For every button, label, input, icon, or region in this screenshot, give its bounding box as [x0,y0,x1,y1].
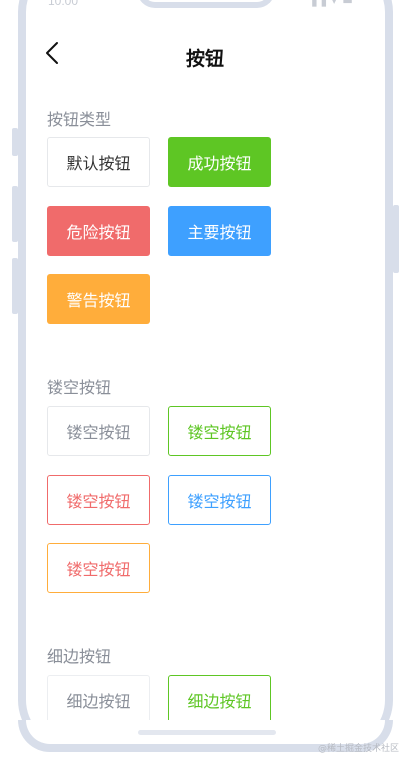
page-title: 按钮 [185,48,224,70]
status-time: 10:00 [48,0,79,8]
plain-default-button[interactable]: 镂空按钮 [47,406,150,456]
plain-success-button[interactable]: 镂空按钮 [168,406,271,456]
plain-warning-button[interactable]: 镂空按钮 [47,543,150,593]
status-icons: ▐▐ ▾ ▬ [308,0,354,7]
phone-side-button-power [393,205,399,273]
section-title-thin-buttons: 细边按钮 [47,647,112,666]
section-title-button-types: 按钮类型 [47,110,112,129]
default-button[interactable]: 默认按钮 [47,137,150,187]
chevron-left-icon [46,42,58,64]
thin-default-button[interactable]: 细边按钮 [47,675,150,725]
home-indicator [138,730,276,735]
thin-success-button[interactable]: 细边按钮 [168,675,271,725]
danger-button[interactable]: 危险按钮 [47,206,150,256]
watermark: @稀土掘金技术社区 [318,744,400,754]
primary-button[interactable]: 主要按钮 [168,206,271,256]
success-button[interactable]: 成功按钮 [168,137,271,187]
warning-button[interactable]: 警告按钮 [47,274,150,324]
section-title-plain-buttons: 镂空按钮 [47,378,112,397]
back-button[interactable] [42,40,64,66]
screen: 10:00 ▐▐ ▾ ▬ 按钮 按钮类型 默认按钮 成功按钮 危险按钮 主要按钮… [0,0,407,765]
plain-primary-button[interactable]: 镂空按钮 [168,475,271,525]
plain-danger-button[interactable]: 镂空按钮 [47,475,150,525]
phone-notch [137,0,275,8]
